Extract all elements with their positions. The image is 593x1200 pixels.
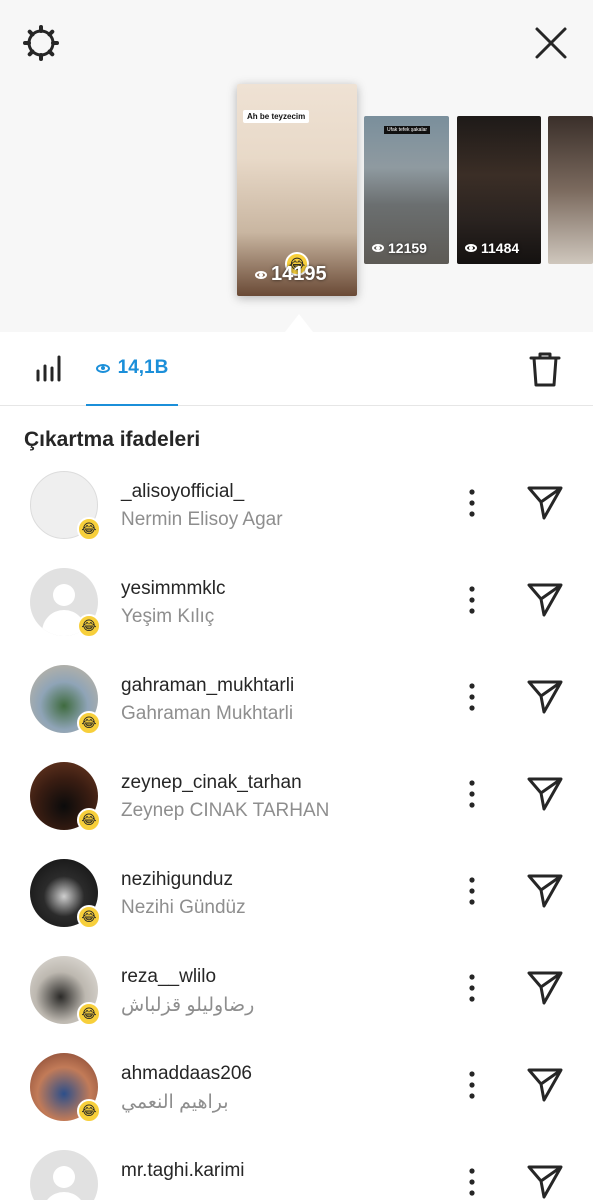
send-icon[interactable] <box>526 1067 564 1103</box>
more-options-icon[interactable] <box>462 778 482 810</box>
username[interactable]: gahraman_mukhtarli <box>121 675 294 697</box>
more-options-icon[interactable] <box>462 1069 482 1101</box>
default-person-head <box>53 1166 75 1188</box>
eye-icon <box>465 244 477 252</box>
username[interactable]: yesimmmklc <box>121 578 226 600</box>
viewers-count: 14,1B <box>117 357 169 378</box>
list-item[interactable]: 😂 _alisoyofficial_ Nermin Elisoy Agar <box>0 471 593 568</box>
send-icon[interactable] <box>526 679 564 715</box>
more-options-icon[interactable] <box>462 487 482 519</box>
close-icon[interactable] <box>530 22 572 64</box>
default-person-head <box>53 584 75 606</box>
more-options-icon[interactable] <box>462 875 482 907</box>
username[interactable]: mr.taghi.karimi <box>121 1160 245 1182</box>
list-item[interactable]: 😂 reza__wlilo رضاولیلو قزلباش <box>0 956 593 1053</box>
story-view-count: 14195 <box>255 263 327 286</box>
send-icon[interactable] <box>526 873 564 909</box>
full-name: Gahraman Mukhtarli <box>121 703 294 724</box>
full-name: رضاولیلو قزلباش <box>121 995 255 1016</box>
full-name: Nezihi Gündüz <box>121 897 246 918</box>
full-name: براهيم النعمي <box>121 1092 229 1113</box>
story-caption: Ufak tefek şakalar <box>384 126 431 134</box>
avatar[interactable] <box>30 1150 98 1200</box>
list-item[interactable]: 😂 gahraman_mukhtarli Gahraman Mukhtarli <box>0 665 593 762</box>
full-name: Zeynep CINAK TARHAN <box>121 800 330 821</box>
story-caption: Ah be teyzecim <box>243 110 310 123</box>
default-person-body <box>42 1192 86 1200</box>
list-item[interactable]: 😂 zeynep_cinak_tarhan Zeynep CINAK TARHA… <box>0 762 593 859</box>
more-options-icon[interactable] <box>462 1166 482 1198</box>
send-icon[interactable] <box>526 485 564 521</box>
section-title: Çıkartma ifadeleri <box>24 428 201 451</box>
bar-chart-icon[interactable] <box>34 354 64 384</box>
list-item[interactable]: 😂 yesimmmklc Yeşim Kılıç <box>0 568 593 665</box>
trash-icon[interactable] <box>528 350 562 388</box>
username[interactable]: reza__wlilo <box>121 966 216 988</box>
story-thumbnail-selected[interactable]: Ah be teyzecim 😂 14195 <box>237 84 357 296</box>
send-icon[interactable] <box>526 582 564 618</box>
more-options-icon[interactable] <box>462 972 482 1004</box>
username[interactable]: zeynep_cinak_tarhan <box>121 772 302 794</box>
selection-pointer <box>285 314 313 332</box>
send-icon[interactable] <box>526 776 564 812</box>
laughing-emoji-icon: 😂 <box>77 808 101 832</box>
insights-tab-bar: 14,1B <box>0 332 593 406</box>
username[interactable]: ahmaddaas206 <box>121 1063 252 1085</box>
laughing-emoji-icon: 😂 <box>77 1099 101 1123</box>
username[interactable]: _alisoyofficial_ <box>121 481 244 503</box>
story-view-count: 12159 <box>372 240 427 256</box>
eye-icon <box>95 363 110 373</box>
list-item[interactable]: mr.taghi.karimi <box>0 1150 593 1200</box>
story-thumbnail[interactable]: 11484 <box>457 116 541 264</box>
full-name: Nermin Elisoy Agar <box>121 509 283 530</box>
story-preview-area: Ah be teyzecim 😂 14195 Ufak tefek şakala… <box>0 0 593 332</box>
send-icon[interactable] <box>526 970 564 1006</box>
laughing-emoji-icon: 😂 <box>77 1002 101 1026</box>
laughing-emoji-icon: 😂 <box>77 614 101 638</box>
list-item[interactable]: 😂 nezihigunduz Nezihi Gündüz <box>0 859 593 956</box>
laughing-emoji-icon: 😂 <box>77 517 101 541</box>
eye-icon <box>372 244 384 252</box>
story-views-value: 12159 <box>388 240 427 256</box>
tab-viewers[interactable]: 14,1B <box>86 332 178 406</box>
username[interactable]: nezihigunduz <box>121 869 233 891</box>
story-views-value: 11484 <box>481 240 520 256</box>
story-view-count: 11484 <box>465 240 519 256</box>
list-item[interactable]: 😂 ahmaddaas206 براهيم النعمي <box>0 1053 593 1150</box>
more-options-icon[interactable] <box>462 681 482 713</box>
story-thumbnail[interactable] <box>548 116 593 264</box>
eye-icon <box>255 270 267 279</box>
story-thumbnail[interactable]: Ufak tefek şakalar 12159 <box>364 116 449 264</box>
laughing-emoji-icon: 😂 <box>77 711 101 735</box>
full-name: Yeşim Kılıç <box>121 606 215 627</box>
more-options-icon[interactable] <box>462 584 482 616</box>
laughing-emoji-icon: 😂 <box>77 905 101 929</box>
gear-icon[interactable] <box>20 22 62 64</box>
story-views-value: 14195 <box>271 263 327 285</box>
send-icon[interactable] <box>526 1164 564 1200</box>
